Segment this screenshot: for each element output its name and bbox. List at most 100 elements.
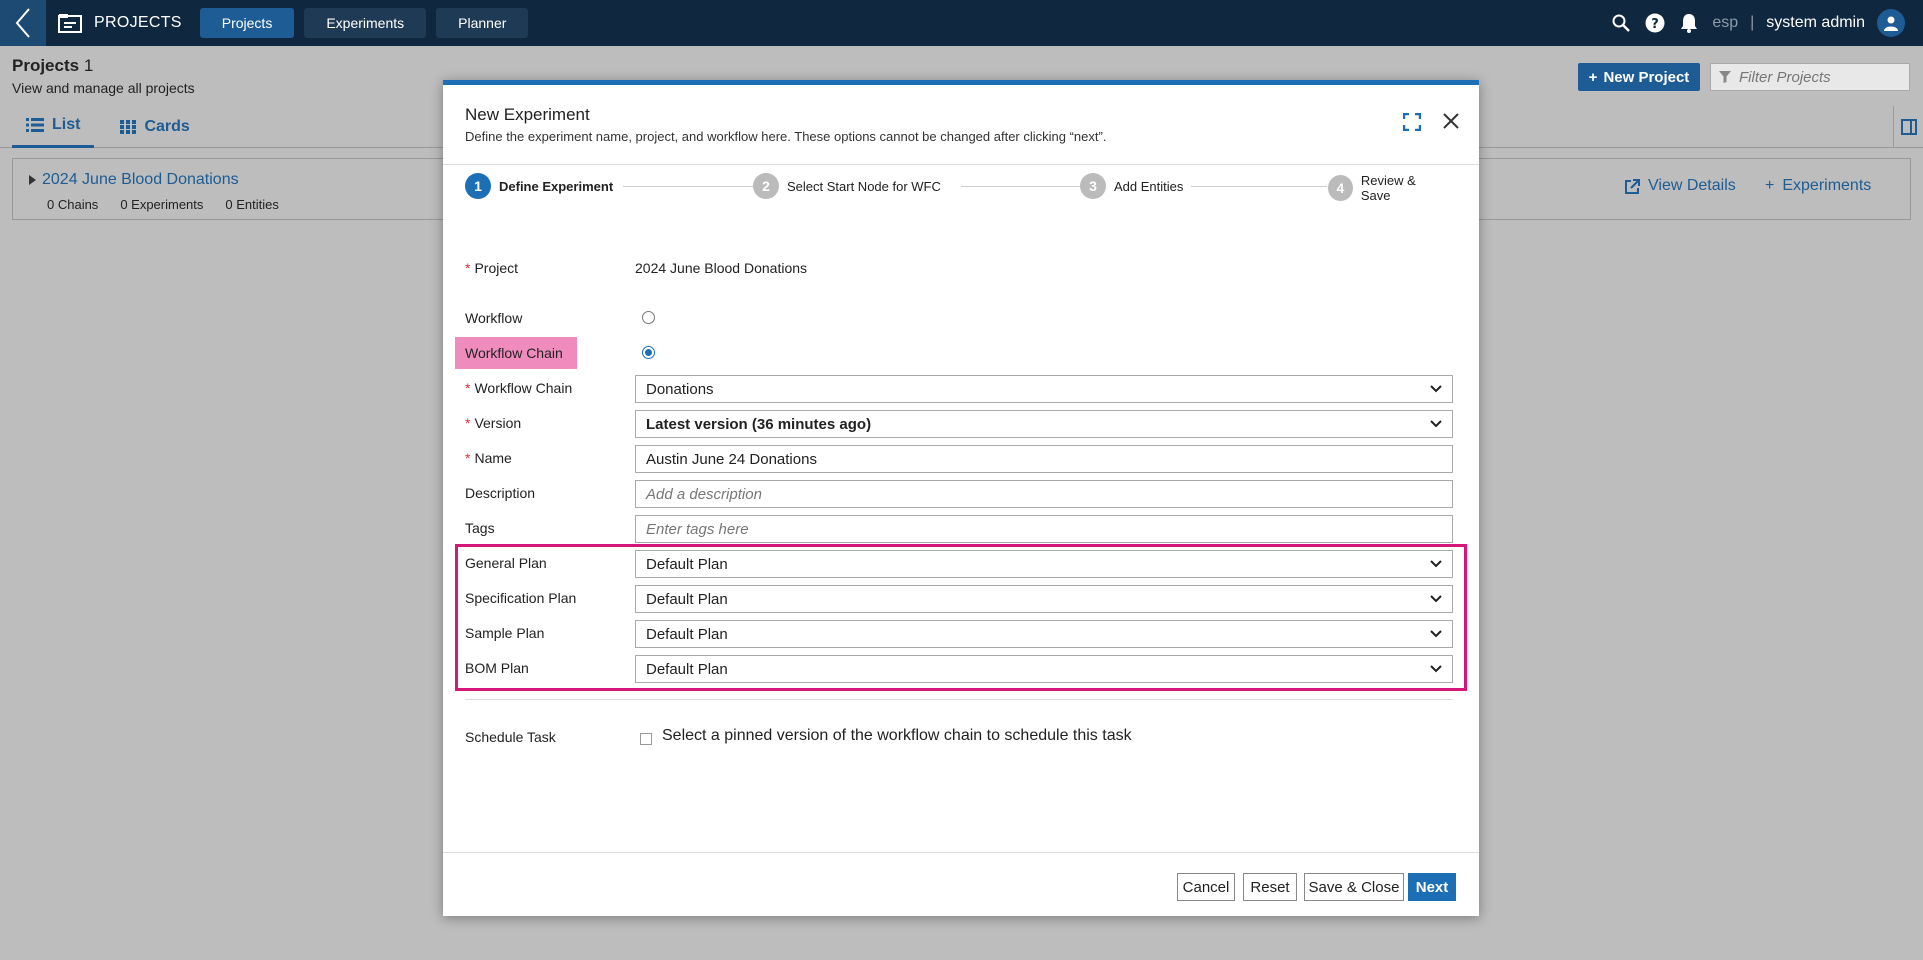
tags-input[interactable]: Enter tags here [635, 515, 1453, 543]
chains-count: 0 Chains [47, 197, 99, 212]
project-count: 1 [83, 56, 94, 75]
next-button[interactable]: Next [1408, 873, 1456, 901]
bell-icon[interactable] [1678, 12, 1700, 34]
workflow-radio-label: Workflow [465, 310, 523, 326]
help-icon[interactable]: ? [1644, 12, 1666, 34]
required-mark: * [465, 260, 471, 276]
chevron-down-icon [1430, 595, 1442, 603]
footer-divider [443, 852, 1479, 853]
specification-plan-select[interactable]: Default Plan [635, 585, 1453, 613]
workflow-radio[interactable] [642, 311, 655, 324]
tab-cards-label: Cards [144, 117, 190, 135]
page-subtitle: View and manage all projects [12, 80, 195, 96]
specification-plan-value: Default Plan [646, 590, 728, 608]
step-label: Review & Save [1360, 173, 1416, 203]
close-icon[interactable] [1441, 111, 1463, 133]
step-connector [623, 186, 757, 187]
filter-icon [1719, 71, 1731, 83]
tab-projects[interactable]: Projects [199, 8, 295, 38]
name-label: * Name [465, 450, 512, 466]
cancel-button[interactable]: Cancel [1177, 873, 1235, 901]
workflow-chain-radio[interactable] [642, 346, 655, 359]
filter-projects-input[interactable]: Filter Projects [1710, 63, 1910, 91]
step-connector [1191, 186, 1327, 187]
avatar[interactable] [1877, 9, 1905, 37]
step-label: Select Start Node for WFC [787, 178, 941, 194]
reset-button[interactable]: Reset [1243, 873, 1297, 901]
name-value: Austin June 24 Donations [646, 450, 817, 468]
bom-plan-select[interactable]: Default Plan [635, 655, 1453, 683]
version-label: * Version [465, 415, 522, 431]
sample-plan-select[interactable]: Default Plan [635, 620, 1453, 648]
project-name: 2024 June Blood Donations [42, 171, 239, 188]
schedule-task-checkbox[interactable] [640, 733, 652, 745]
step-label: Add Entities [1114, 178, 1184, 194]
step-number: 3 [1080, 173, 1106, 199]
step-define-experiment[interactable]: 1 Define Experiment [465, 173, 613, 199]
new-experiment-modal: New Experiment Define the experiment nam… [443, 80, 1479, 916]
version-value: Latest version (36 minutes ago) [646, 415, 872, 433]
filter-placeholder: Filter Projects [1739, 68, 1831, 86]
project-meta: 0 Chains 0 Experiments 0 Entities [47, 197, 279, 212]
project-label: * Project [465, 260, 519, 276]
project-link[interactable]: 2024 June Blood Donations [29, 171, 239, 189]
step-select-start-node[interactable]: 2 Select Start Node for WFC [753, 173, 941, 199]
schedule-task-label: Schedule Task [465, 729, 556, 745]
schedule-task-text[interactable]: Select a pinned version of the workflow … [662, 727, 1132, 745]
plus-icon: + [1765, 177, 1775, 194]
caret-right-icon [29, 175, 36, 185]
entities-count: 0 Entities [225, 197, 279, 212]
name-input[interactable]: Austin June 24 Donations [635, 445, 1453, 473]
tab-planner[interactable]: Planner [436, 8, 529, 38]
panel-toggle-button[interactable] [1893, 106, 1923, 148]
chevron-down-icon [1430, 385, 1442, 393]
modal-title: New Experiment [465, 105, 590, 124]
modal-subtitle: Define the experiment name, project, and… [465, 129, 1107, 144]
project-value: 2024 June Blood Donations [635, 260, 808, 276]
general-plan-value: Default Plan [646, 555, 728, 573]
workflow-chain-select[interactable]: Donations [635, 375, 1453, 403]
add-experiments-link[interactable]: + Experiments [1765, 177, 1871, 195]
tab-list-label: List [52, 116, 81, 133]
external-link-icon [1625, 178, 1640, 194]
view-details-link[interactable]: View Details [1625, 177, 1736, 195]
step-label: Define Experiment [499, 178, 614, 194]
version-select[interactable]: Latest version (36 minutes ago) [635, 410, 1453, 438]
expand-icon[interactable] [1402, 112, 1423, 133]
user-icon [1884, 16, 1898, 31]
step-add-entities[interactable]: 3 Add Entities [1080, 173, 1183, 199]
tab-list[interactable]: List [12, 106, 95, 148]
description-label: Description [465, 485, 536, 501]
tab-cards[interactable]: Cards [106, 106, 203, 148]
workflow-chain-label: * Workflow Chain [465, 380, 573, 396]
search-icon[interactable] [1610, 12, 1632, 34]
new-project-button[interactable]: + New Project [1578, 63, 1700, 91]
page-title-text: Projects [12, 56, 80, 75]
description-placeholder: Add a description [646, 485, 762, 503]
user-name[interactable]: system admin [1766, 14, 1865, 32]
tags-label: Tags [465, 520, 495, 536]
chevron-down-icon [1430, 630, 1442, 638]
app-title: PROJECTS [94, 14, 182, 31]
workflow-chain-value: Donations [646, 380, 714, 398]
general-plan-select[interactable]: Default Plan [635, 550, 1453, 578]
top-navigation-bar: PROJECTS Projects Experiments Planner ? … [0, 0, 1923, 46]
wizard-stepper: 1 Define Experiment 2 Select Start Node … [465, 173, 1445, 203]
chevron-down-icon [1430, 665, 1442, 673]
back-button[interactable] [0, 0, 46, 46]
step-review-save[interactable]: 4 Review & Save [1328, 173, 1445, 203]
experiments-link-label: Experiments [1782, 177, 1872, 194]
svg-text:?: ? [1652, 17, 1660, 32]
description-input[interactable]: Add a description [635, 480, 1453, 508]
lab-label[interactable]: esp [1712, 14, 1738, 32]
chevron-down-icon [1430, 420, 1442, 428]
page-title: Projects 1 [12, 56, 195, 76]
save-close-button[interactable]: Save & Close [1304, 873, 1404, 901]
step-connector [961, 186, 1091, 187]
tab-experiments[interactable]: Experiments [304, 8, 427, 38]
bom-plan-value: Default Plan [646, 660, 728, 678]
chevron-down-icon [1430, 560, 1442, 568]
chevron-left-icon [15, 8, 30, 38]
experiments-count: 0 Experiments [120, 197, 204, 212]
list-icon [26, 118, 44, 132]
